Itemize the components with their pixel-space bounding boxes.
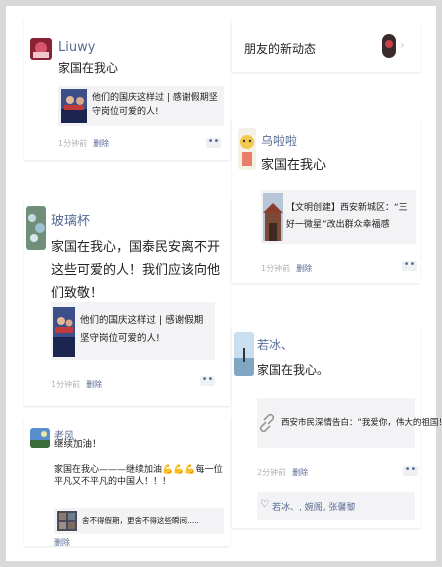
article-thumbnail xyxy=(263,193,283,241)
post-text: 家国在我心 xyxy=(58,61,119,75)
shared-article[interactable]: 舍不得假期，更舍不得这些瞬间..... xyxy=(54,508,224,534)
delete-link[interactable]: 删除 xyxy=(296,264,312,273)
article-thumbnail xyxy=(61,89,87,123)
moment-card-liuwy: Liuwy 家国在我心 他们的国庆这样过 | 感谢假期坚守岗位可爱的人! 1分钟… xyxy=(24,18,230,160)
avatar[interactable] xyxy=(30,38,52,60)
more-dots-icon[interactable]: •• xyxy=(206,137,221,148)
shared-article[interactable]: 他们的国庆这样过 | 感谢假期坚守岗位可爱的人! xyxy=(58,86,224,126)
header-title: 朋友的新动态 xyxy=(244,42,317,56)
shared-article[interactable]: 他们的国庆这样过 | 感谢假期坚守岗位可爱的人! xyxy=(51,302,215,360)
avatar xyxy=(382,34,396,58)
moment-card-boli: 玻璃杯 家国在我心，国泰民安离不开这些可爱的人！我们应该向他们致敬！ 他们的国庆… xyxy=(24,198,230,406)
avatar[interactable] xyxy=(30,428,50,448)
moment-card-laofeng: 老风 继续加油！ 家国在我心———继续加油💪💪💪每一位平凡又不平凡的中国人！！！… xyxy=(24,418,230,548)
delete-link[interactable]: 删除 xyxy=(292,468,308,477)
heart-icon: ♡ xyxy=(260,499,269,510)
poster-name[interactable]: 若冰、 xyxy=(257,336,293,353)
post-text: 家国在我心。 xyxy=(257,363,330,377)
post-text: 继续加油！ xyxy=(54,439,102,450)
article-title: 他们的国庆这样过 | 感谢假期坚守岗位可爱的人! xyxy=(80,315,204,344)
likes-bar[interactable]: ♡ 若冰、, 婉阁, 张馨黎 xyxy=(257,492,415,520)
article-title: 西安市民深情告白：“我爱你，伟大的祖国！” xyxy=(281,418,442,428)
delete-link[interactable]: 删除 xyxy=(93,139,109,148)
chevron-right-icon: › xyxy=(400,38,405,52)
more-dots-icon[interactable]: •• xyxy=(402,260,417,271)
post-meta: 1分钟前 删除 xyxy=(51,379,102,390)
moment-card-wulala: 乌啦啦 家国在我心 【文明创建】西安新城区：“三好一微星”改出群众幸福感 1分钟… xyxy=(232,118,420,283)
shared-article[interactable]: 【文明创建】西安新城区：“三好一微星”改出群众幸福感 xyxy=(261,190,416,244)
post-time: 2分钟前 xyxy=(257,468,287,477)
post-meta: 2分钟前 删除 xyxy=(257,467,308,478)
post-time: 1分钟前 xyxy=(261,264,291,273)
link-icon xyxy=(259,412,275,434)
avatar[interactable] xyxy=(234,332,254,376)
article-thumbnail xyxy=(57,511,77,531)
post-time: 1分钟前 xyxy=(51,380,81,389)
post-meta: 删除 xyxy=(54,537,70,548)
article-title: 他们的国庆这样过 | 感谢假期坚守岗位可爱的人! xyxy=(92,93,218,117)
shared-quote-text: 家国在我心———继续加油💪💪💪每一位平凡又不平凡的中国人！！！ xyxy=(54,465,223,487)
moment-card-ruobing: 若冰、 家国在我心。 西安市民深情告白：“我爱你，伟大的祖国！” 2分钟前 删除 … xyxy=(232,326,442,528)
likes-names[interactable]: 若冰、, 婉阁, 张馨黎 xyxy=(272,500,355,513)
poster-name[interactable]: Liuwy xyxy=(58,40,95,55)
article-title: 【文明创建】西安新城区：“三好一微星”改出群众幸福感 xyxy=(286,203,408,230)
post-time: 1分钟前 xyxy=(58,139,88,148)
delete-link[interactable]: 删除 xyxy=(86,380,102,389)
delete-link[interactable]: 删除 xyxy=(54,538,70,547)
avatar[interactable] xyxy=(238,128,256,170)
poster-name[interactable]: 乌啦啦 xyxy=(261,132,297,149)
shared-article[interactable]: 西安市民深情告白：“我爱你，伟大的祖国！” xyxy=(257,398,442,448)
article-thumbnail xyxy=(53,307,75,357)
post-text: 家国在我心 xyxy=(261,158,327,173)
more-dots-icon[interactable]: •• xyxy=(403,465,418,476)
new-moments-header[interactable]: 朋友的新动态 › xyxy=(232,22,420,72)
article-title: 舍不得假期，更舍不得这些瞬间..... xyxy=(82,516,199,525)
poster-name[interactable]: 玻璃杯 xyxy=(51,210,90,229)
avatar[interactable] xyxy=(26,206,46,250)
post-meta: 1分钟前 删除 xyxy=(58,138,109,149)
more-dots-icon[interactable]: •• xyxy=(200,375,215,386)
post-meta: 1分钟前 删除 xyxy=(261,263,312,274)
post-text: 家国在我心，国泰民安离不开这些可爱的人！我们应该向他们致敬！ xyxy=(51,240,221,301)
